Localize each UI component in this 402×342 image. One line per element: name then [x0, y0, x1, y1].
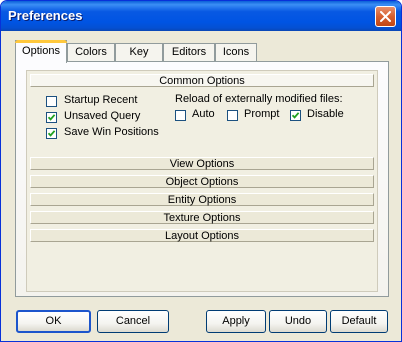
checkmark-icon: [47, 114, 56, 121]
auto-label: Auto: [192, 108, 215, 120]
texture-options-title: Texture Options: [163, 212, 241, 224]
tab-key[interactable]: Key: [115, 43, 163, 61]
window-title: Preferences: [8, 8, 83, 23]
checkmark-icon: [47, 130, 56, 137]
layout-options-header[interactable]: Layout Options: [30, 229, 374, 242]
common-options-title: Common Options: [159, 75, 245, 87]
texture-options-header[interactable]: Texture Options: [30, 211, 374, 224]
apply-button[interactable]: Apply: [206, 310, 266, 333]
default-label: Default: [341, 315, 377, 327]
object-options-title: Object Options: [165, 176, 239, 188]
preferences-dialog: Preferences Options Colors Key Editors I…: [0, 0, 402, 342]
default-button[interactable]: Default: [330, 310, 388, 333]
save-win-positions-checkbox[interactable]: [46, 128, 57, 139]
title-bar[interactable]: Preferences: [1, 1, 401, 31]
startup-recent-label: Startup Recent: [64, 94, 138, 106]
ok-label: OK: [45, 315, 62, 327]
close-icon: [380, 11, 391, 22]
entity-options-title: Entity Options: [167, 194, 237, 206]
auto-checkbox[interactable]: [175, 110, 186, 121]
checkmark-icon: [291, 112, 300, 119]
cancel-label: Cancel: [115, 315, 151, 327]
view-options-title: View Options: [169, 158, 235, 170]
prompt-checkbox[interactable]: [227, 110, 238, 121]
unsaved-query-label: Unsaved Query: [64, 110, 141, 122]
save-win-positions-label: Save Win Positions: [64, 126, 159, 138]
unsaved-query-checkbox[interactable]: [46, 112, 57, 123]
undo-button[interactable]: Undo: [269, 310, 327, 333]
options-group: Common Options Startup Recent Unsaved Qu…: [26, 70, 378, 292]
layout-options-title: Layout Options: [165, 230, 239, 242]
view-options-header[interactable]: View Options: [30, 157, 374, 170]
object-options-header[interactable]: Object Options: [30, 175, 374, 188]
startup-recent-checkbox[interactable]: [46, 96, 57, 107]
tab-icons-label: Icons: [222, 46, 250, 58]
reload-label: Reload of externally modified files:: [175, 93, 343, 105]
tab-editors-label: Editors: [171, 46, 207, 58]
disable-label: Disable: [307, 108, 344, 120]
tab-options[interactable]: Options: [15, 40, 67, 63]
prompt-label: Prompt: [244, 108, 280, 120]
disable-checkbox[interactable]: [290, 110, 301, 121]
common-options-header[interactable]: Common Options: [30, 74, 374, 87]
tab-icons[interactable]: Icons: [215, 43, 257, 61]
close-button[interactable]: [375, 6, 396, 27]
tab-colors[interactable]: Colors: [67, 43, 115, 61]
undo-label: Undo: [284, 315, 312, 327]
tab-editors[interactable]: Editors: [163, 43, 215, 61]
tab-options-label: Options: [22, 45, 60, 57]
ok-button[interactable]: OK: [16, 310, 91, 333]
options-panel: Common Options Startup Recent Unsaved Qu…: [15, 61, 389, 297]
apply-label: Apply: [222, 315, 250, 327]
tab-key-label: Key: [129, 46, 149, 58]
entity-options-header[interactable]: Entity Options: [30, 193, 374, 206]
tab-colors-label: Colors: [75, 46, 107, 58]
cancel-button[interactable]: Cancel: [97, 310, 169, 333]
